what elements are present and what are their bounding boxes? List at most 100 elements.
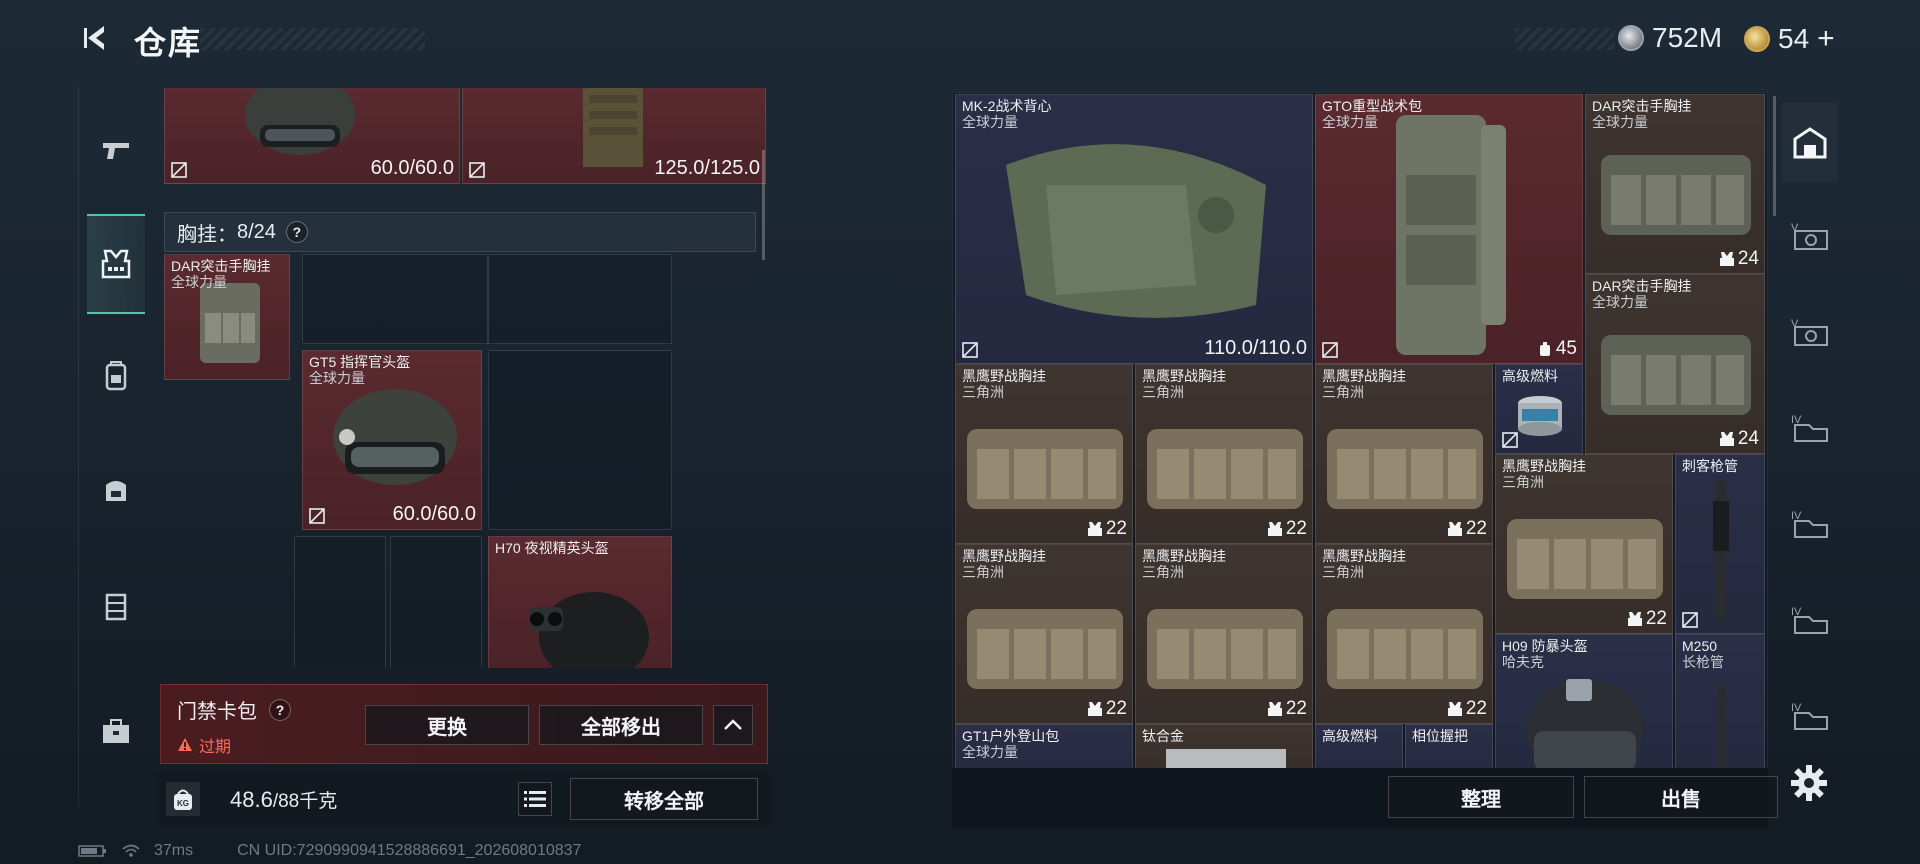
warning-icon [178,738,192,751]
item-cell-helmet-top[interactable]: 60.0/60.0 [164,88,460,184]
item-name: 黑鹰野战胸挂 [1322,368,1406,384]
item-cell-gt1-pack[interactable]: GT1户外登山包 全球力量 [955,724,1133,768]
item-name: M250 [1682,638,1718,654]
item-cell-h70-helmet[interactable]: H70 夜视精英头盔 [488,536,672,668]
gear-icon [1791,765,1827,801]
sell-button[interactable]: 出售 [1584,776,1778,818]
silver-amount: 752M [1652,22,1723,53]
weight-icon: KG [166,782,200,816]
tab-backpacks[interactable] [87,326,145,426]
empty-slot[interactable] [488,254,672,344]
expired-label: 过期 [199,739,232,756]
home-storage-icon [1793,127,1827,159]
item-cell-black-eagle-rig[interactable]: 黑鹰野战胸挂 三角洲 22 [955,544,1133,724]
item-name: DAR突击手胸挂 [171,258,271,274]
item-name: 黑鹰野战胸挂 [962,548,1046,564]
item-cell-black-eagle-rig[interactable]: 黑鹰野战胸挂 三角洲 22 [955,364,1133,544]
chevron-up-icon [724,719,742,730]
vest-small-icon [1627,612,1642,626]
right-scrollbar[interactable] [1773,96,1776,216]
chest-rig-icon [1327,609,1483,689]
item-cell-black-eagle-rig[interactable]: 黑鹰野战胸挂 三角洲 22 [1315,544,1493,724]
chest-rig-icon [1147,429,1303,509]
item-cell-dar-rig[interactable]: DAR突击手胸挂 全球力量 24 [1585,274,1765,454]
help-icon[interactable]: ? [269,698,291,721]
item-cell-m250-barrel[interactable]: M250 长枪管 [1675,634,1765,768]
empty-slot[interactable] [488,350,672,530]
item-faction: 全球力量 [171,274,227,290]
storage-tab-v-2[interactable]: V [1782,292,1838,372]
item-faction: 三角洲 [1142,384,1184,400]
helmet-icon [1527,679,1643,768]
storage-tab-v-1[interactable]: V [1782,196,1838,276]
chest-rig-section-header: 胸挂： 8/24 ? [164,212,756,252]
page-title: 仓库 [134,25,203,61]
item-cell-titanium[interactable]: 钛合金 [1135,724,1313,768]
list-view-button[interactable] [518,782,552,816]
bag-icon [106,481,126,501]
left-category-tabs [78,86,152,806]
back-button[interactable] [78,20,114,56]
gold-currency[interactable]: 54 + [1744,22,1835,56]
item-name: GTO重型战术包 [1322,98,1423,114]
item-cell-dar-rig[interactable]: DAR突击手胸挂 全球力量 [164,254,290,380]
backpack-icon [105,361,127,391]
item-faction: 三角洲 [1322,384,1364,400]
item-capacity: 22 [1447,518,1487,540]
armor-vest-icon [1006,144,1266,318]
item-cell-armor-top[interactable]: 125.0/125.0 [462,88,766,184]
move-all-out-button[interactable]: 全部移出 [539,705,703,745]
left-scrollbar[interactable] [762,150,765,260]
silver-currency[interactable]: 752M [1618,22,1722,54]
storage-tab-iv-4[interactable]: IV [1782,676,1838,756]
item-faction: 全球力量 [1322,114,1378,130]
item-cell-advanced-fuel[interactable]: 高级燃料 [1315,724,1403,768]
vest-small-icon [1719,252,1734,266]
item-cell-black-eagle-rig[interactable]: 黑鹰野战胸挂 三角洲 22 [1495,454,1673,634]
empty-slot[interactable] [302,254,488,344]
item-cell-black-eagle-rig[interactable]: 黑鹰野战胸挂 三角洲 22 [1315,364,1493,544]
empty-slot[interactable] [390,536,482,668]
tab-weapons[interactable] [87,100,145,200]
transfer-all-button[interactable]: 转移全部 [570,778,758,820]
vest-small-icon [1087,702,1102,716]
tab-bags[interactable] [87,440,145,540]
storage-tab-iv-3[interactable]: IV [1782,580,1838,660]
storage-tabs: V V IV IV IV IV [1782,96,1838,826]
item-cell-phase-grip[interactable]: 相位握把 [1405,724,1493,768]
item-faction: 全球力量 [962,114,1018,130]
barrel-icon [1713,481,1729,621]
item-name: H70 夜视精英头盔 [495,540,609,556]
replace-button[interactable]: 更换 [365,705,529,745]
storage-tab-iv-1[interactable]: IV [1782,388,1838,468]
item-name: 钛合金 [1142,728,1184,744]
settings-button[interactable] [1788,762,1830,804]
collapse-button[interactable] [713,705,753,745]
item-cell-h09-helmet[interactable]: H09 防暴头盔 哈夫克 [1495,634,1673,768]
item-cell-gto-pack[interactable]: GTO重型战术包 全球力量 45 [1315,94,1583,364]
tab-cases[interactable] [87,682,145,782]
battery-icon [78,845,106,857]
item-cell-assassin-barrel[interactable]: 刺客枪管 [1675,454,1765,634]
item-cell-black-eagle-rig[interactable]: 黑鹰野战胸挂 三角洲 22 [1135,364,1313,544]
empty-slot[interactable] [294,536,386,668]
item-capacity: 24 [1719,248,1759,270]
item-capacity: 22 [1447,698,1487,720]
storage-tab-main[interactable] [1782,102,1838,182]
item-cell-black-eagle-rig[interactable]: 黑鹰野战胸挂 三角洲 22 [1135,544,1313,724]
help-icon[interactable]: ? [285,221,308,243]
sort-button[interactable]: 整理 [1388,776,1574,818]
item-capacity: 22 [1087,518,1127,540]
gold-plus-button[interactable]: + [1817,22,1835,56]
storage-tab-iv-2[interactable]: IV [1782,484,1838,564]
tier4-storage-icon: IV [1791,702,1828,730]
item-cell-advanced-fuel[interactable]: 高级燃料 [1495,364,1583,454]
item-name: 刺客枪管 [1682,458,1738,474]
item-cell-dar-rig[interactable]: DAR突击手胸挂 全球力量 24 [1585,94,1765,274]
item-capacity: 22 [1087,698,1127,720]
durability-icon [1682,612,1698,628]
item-cell-mk2-vest[interactable]: MK-2战术背心 全球力量 110.0/110.0 [955,94,1313,364]
item-cell-gt5-helmet[interactable]: GT5 指挥官头盔 全球力量 60.0/60.0 [302,350,482,530]
tab-chest-rigs[interactable] [87,214,145,314]
tab-containers[interactable] [87,556,145,656]
